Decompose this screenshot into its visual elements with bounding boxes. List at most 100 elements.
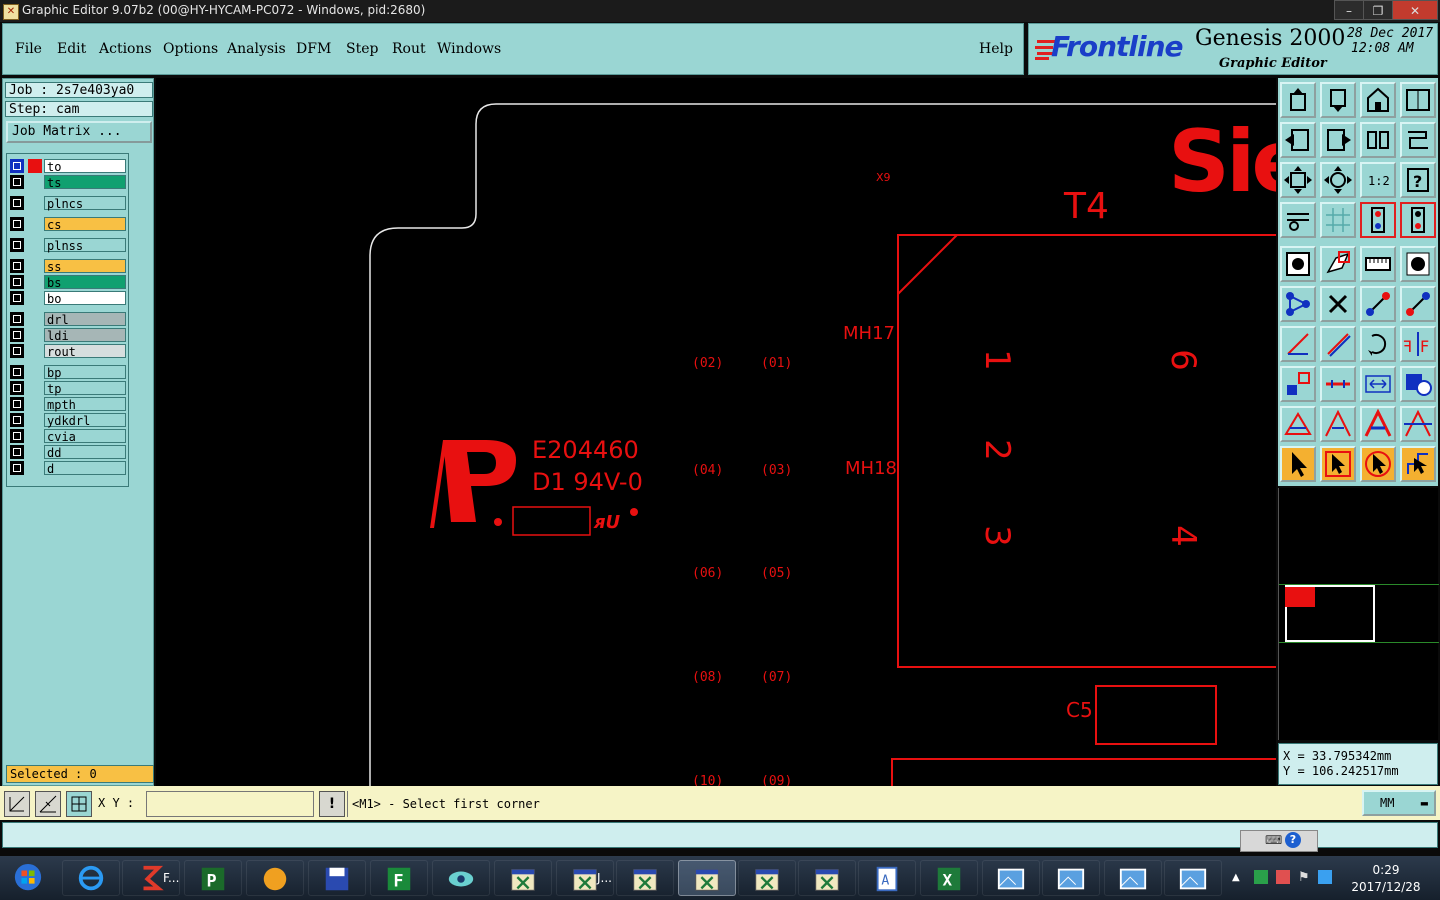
menu-help[interactable]: Help bbox=[979, 41, 1013, 57]
triangle-a-tool-button[interactable] bbox=[1280, 406, 1316, 442]
taskbar-ie[interactable] bbox=[62, 860, 120, 896]
layer-row-drl[interactable]: drl bbox=[10, 312, 126, 327]
menu-edit[interactable]: Edit bbox=[57, 41, 86, 57]
menu-rout[interactable]: Rout bbox=[392, 41, 426, 57]
exit-left-tool-button[interactable] bbox=[1280, 122, 1316, 158]
taskbar-frontline[interactable]: F bbox=[370, 860, 428, 896]
slash-tool-button[interactable] bbox=[1320, 326, 1356, 362]
triangle-b-tool-button[interactable] bbox=[1320, 406, 1356, 442]
warning-button[interactable]: ! bbox=[319, 791, 345, 817]
layer-name[interactable]: tp bbox=[44, 381, 126, 396]
taskbar-pic3[interactable] bbox=[1104, 860, 1162, 896]
layer-name[interactable]: drl bbox=[44, 312, 126, 327]
move-node-tool-button[interactable] bbox=[1280, 366, 1316, 402]
snap-mode-button[interactable] bbox=[4, 791, 30, 817]
step-tool-button[interactable] bbox=[1400, 122, 1436, 158]
layer-name[interactable]: to bbox=[44, 159, 126, 174]
layer-checkbox[interactable] bbox=[10, 159, 24, 173]
layer-checkbox[interactable] bbox=[10, 413, 24, 427]
layer-checkbox[interactable] bbox=[10, 328, 24, 342]
layer-checkbox[interactable] bbox=[10, 291, 24, 305]
layer-name[interactable]: ydkdrl bbox=[44, 413, 126, 428]
layer-checkbox[interactable] bbox=[10, 461, 24, 475]
zoom-fit-tool-button[interactable] bbox=[1280, 162, 1316, 198]
layer-row-cvia[interactable]: cvia bbox=[10, 429, 126, 444]
layer-row-plnss[interactable]: plnss bbox=[10, 238, 126, 253]
taskbar-start[interactable] bbox=[0, 860, 58, 896]
pointer-box-tool-button[interactable] bbox=[1320, 446, 1356, 482]
layer-name[interactable]: ts bbox=[44, 175, 126, 190]
tray-cloud-icon[interactable] bbox=[1318, 870, 1332, 884]
layer-row-ss[interactable]: ss bbox=[10, 259, 126, 274]
layer-name[interactable]: cvia bbox=[44, 429, 126, 444]
taskbar-eye[interactable] bbox=[432, 860, 490, 896]
layer-checkbox[interactable] bbox=[10, 397, 24, 411]
job-matrix-button[interactable]: Job Matrix ... bbox=[6, 121, 152, 143]
snap-tool-button[interactable] bbox=[1360, 202, 1396, 238]
layer-checkbox[interactable] bbox=[10, 238, 24, 252]
mirror-tool-button[interactable] bbox=[1360, 122, 1396, 158]
taskbar-excel[interactable]: X bbox=[920, 860, 978, 896]
layer-row-cs[interactable]: cs bbox=[10, 217, 126, 232]
layer-row-plncs[interactable]: plncs bbox=[10, 196, 126, 211]
rotate-tool-button[interactable] bbox=[1360, 326, 1396, 362]
layer-name[interactable]: cs bbox=[44, 217, 126, 232]
menu-dfm[interactable]: DFM bbox=[296, 41, 331, 57]
xy-input[interactable] bbox=[146, 791, 314, 817]
tray-expand-icon[interactable]: ▲ bbox=[1232, 872, 1240, 883]
taskbar-shell[interactable] bbox=[246, 860, 304, 896]
layer-checkbox[interactable] bbox=[10, 445, 24, 459]
taskbar-x3[interactable] bbox=[616, 860, 674, 896]
layer-name[interactable]: rout bbox=[44, 344, 126, 359]
pad-select-tool-button[interactable] bbox=[1280, 246, 1316, 282]
layer-name[interactable]: bo bbox=[44, 291, 126, 306]
layer-row-bs[interactable]: bs bbox=[10, 275, 126, 290]
grid-mode-button[interactable] bbox=[66, 791, 92, 817]
units-select[interactable]: MM ▬ bbox=[1362, 790, 1436, 816]
taskbar-pic2[interactable] bbox=[1042, 860, 1100, 896]
layer-checkbox[interactable] bbox=[10, 381, 24, 395]
layer-row-mpth[interactable]: mpth bbox=[10, 397, 126, 412]
layer-checkbox[interactable] bbox=[10, 175, 24, 189]
taskbar-x6[interactable] bbox=[798, 860, 856, 896]
taskbar-x4[interactable] bbox=[678, 860, 736, 896]
snap-alt-tool-button[interactable] bbox=[1400, 202, 1436, 238]
close-button[interactable]: ✕ bbox=[1392, 0, 1438, 20]
minus-tool-button[interactable] bbox=[1320, 366, 1356, 402]
layer-checkbox[interactable] bbox=[10, 312, 24, 326]
layer-checkbox[interactable] bbox=[10, 429, 24, 443]
taskbar-foxit[interactable]: F... bbox=[122, 860, 180, 896]
tray-pdf-icon[interactable] bbox=[1276, 870, 1290, 884]
line-node-tool-button[interactable] bbox=[1360, 286, 1396, 322]
taskbar-pic4[interactable] bbox=[1164, 860, 1222, 896]
menu-actions[interactable]: Actions bbox=[99, 41, 152, 57]
pointer-tool-button[interactable] bbox=[1280, 446, 1316, 482]
exit-right-tool-button[interactable] bbox=[1320, 122, 1356, 158]
menu-analysis[interactable]: Analysis bbox=[227, 41, 286, 57]
layer-row-ydkdrl[interactable]: ydkdrl bbox=[10, 413, 126, 428]
language-bar[interactable]: ⌨ ? bbox=[1240, 830, 1318, 852]
layer-name[interactable]: ss bbox=[44, 259, 126, 274]
layer-name[interactable]: d bbox=[44, 461, 126, 476]
distance-tool-button[interactable] bbox=[1360, 366, 1396, 402]
taskbar-x1[interactable] bbox=[494, 860, 552, 896]
home-tool-button[interactable] bbox=[1360, 82, 1396, 118]
pointer-round-tool-button[interactable] bbox=[1360, 446, 1396, 482]
taskbar-pcb[interactable]: P bbox=[184, 860, 242, 896]
taskbar-x5[interactable] bbox=[738, 860, 796, 896]
taskbar-save[interactable] bbox=[308, 860, 366, 896]
scale-1-2-tool-button[interactable]: 1:2 bbox=[1360, 162, 1396, 198]
layer-name[interactable]: plncs bbox=[44, 196, 126, 211]
layer-row-d[interactable]: d bbox=[10, 461, 126, 476]
line-node-alt-tool-button[interactable] bbox=[1400, 286, 1436, 322]
nodes-tool-button[interactable] bbox=[1280, 286, 1316, 322]
dup-tool-button[interactable] bbox=[1400, 366, 1436, 402]
dot-tool-button[interactable] bbox=[1400, 246, 1436, 282]
layer-row-to[interactable]: to bbox=[10, 159, 126, 174]
layer-name[interactable]: bs bbox=[44, 275, 126, 290]
triangle-d-tool-button[interactable] bbox=[1400, 406, 1436, 442]
system-clock[interactable]: 0:29 2017/12/28 bbox=[1346, 862, 1426, 896]
layer-row-rout[interactable]: rout bbox=[10, 344, 126, 359]
layer-checkbox[interactable] bbox=[10, 365, 24, 379]
layer-name[interactable]: ldi bbox=[44, 328, 126, 343]
